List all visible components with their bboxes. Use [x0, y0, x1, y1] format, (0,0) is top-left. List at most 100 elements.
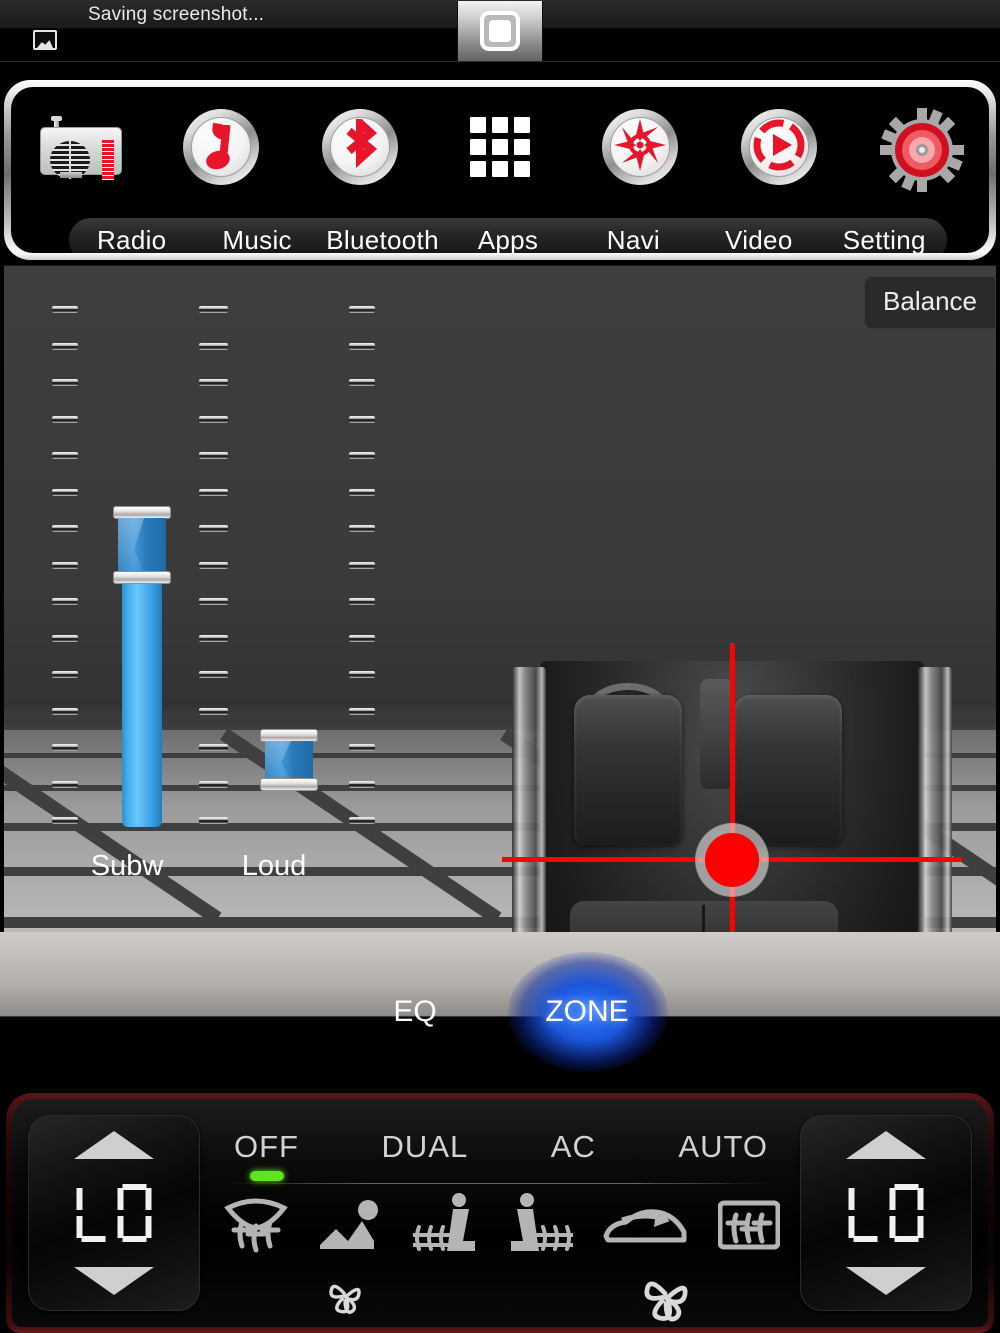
slider-track-left: [199, 306, 225, 824]
nav-label-music[interactable]: Music: [194, 225, 319, 254]
nav-label-bluetooth[interactable]: Bluetooth: [320, 225, 445, 254]
slider-tick: [52, 671, 78, 678]
radio-icon: [39, 116, 122, 180]
slider-tick: [52, 707, 78, 715]
music-note-icon: [203, 122, 238, 172]
nav-label-setting[interactable]: Setting: [822, 225, 947, 254]
slider-tick: [199, 598, 225, 605]
slider-tick: [199, 707, 225, 715]
nav-item-navi[interactable]: [570, 87, 710, 207]
slider-tick: [199, 780, 225, 788]
slider-tick: [199, 525, 225, 532]
nav-item-bluetooth[interactable]: [290, 87, 430, 207]
tab-eq[interactable]: EQ: [315, 995, 515, 1029]
car-interior-top-view[interactable]: [502, 643, 962, 932]
nav-label-radio[interactable]: Radio: [69, 225, 194, 254]
slider-tick: [52, 525, 78, 532]
temp-up-right-icon[interactable]: [846, 1131, 926, 1159]
slider-tick: [349, 525, 375, 532]
seg-digit-0: [889, 1184, 924, 1242]
slider-track-left: [52, 306, 78, 824]
mode-button-auto[interactable]: AUTO: [678, 1129, 768, 1165]
temp-up-left-icon[interactable]: [74, 1131, 154, 1159]
temp-display-right: [848, 1184, 924, 1242]
nav-item-setting[interactable]: [849, 87, 989, 207]
slider-tick: [52, 817, 78, 824]
nav-item-video[interactable]: [710, 87, 850, 207]
slider-tick: [52, 342, 78, 350]
car-door-right: [918, 667, 952, 932]
fan-speed-left-icon[interactable]: [326, 1277, 364, 1320]
nav-icon-row: [11, 87, 989, 207]
play-circle-icon: [753, 119, 805, 176]
nav-label-navi[interactable]: Navi: [571, 225, 696, 254]
front-defrost-icon[interactable]: [224, 1196, 288, 1259]
tab-zone[interactable]: ZONE: [487, 995, 687, 1029]
fan-speed-row: [12, 1271, 988, 1323]
balance-crosshair[interactable]: [705, 833, 759, 887]
top-navigation-bar: Radio Music Bluetooth Apps Navi Video Se…: [11, 87, 989, 253]
slider-tick: [349, 744, 375, 751]
slider-tick: [52, 306, 78, 313]
slider-tick: [199, 306, 225, 313]
mode-led-off: [249, 1171, 284, 1181]
slider-label-subw: Subw: [90, 850, 164, 882]
mode-button-off[interactable]: OFF: [234, 1129, 299, 1181]
slider-tick: [52, 744, 78, 751]
airflow-person-icon[interactable]: [316, 1199, 386, 1256]
rear-defrost-icon[interactable]: [717, 1199, 781, 1256]
car-door-left: [512, 667, 546, 932]
slider-tick: [199, 744, 225, 751]
status-message: Saving screenshot...: [88, 4, 265, 25]
temp-display-left: [76, 1184, 152, 1242]
nav-label-apps[interactable]: Apps: [445, 225, 570, 254]
compass-icon: [613, 118, 666, 176]
slider-tick: [349, 415, 375, 423]
mode-button-ac[interactable]: AC: [551, 1129, 596, 1165]
slider-tick: [349, 488, 375, 496]
seg-digit-L: [76, 1184, 111, 1242]
bluetooth-icon: [337, 119, 383, 175]
center-console: [700, 679, 734, 789]
slider-tick: [199, 488, 225, 496]
slider-tick: [349, 561, 375, 569]
front-seat-left: [574, 695, 682, 845]
slider-tick: [349, 671, 375, 678]
front-seat-right: [734, 695, 842, 845]
slider-tick: [349, 452, 375, 459]
air-recirculation-icon[interactable]: [600, 1202, 690, 1253]
slider-tick: [52, 488, 78, 496]
slider-tick: [199, 671, 225, 678]
climate-divider: [218, 1183, 784, 1184]
mode-button-dual[interactable]: DUAL: [382, 1129, 469, 1165]
slider-tick: [349, 306, 375, 313]
climate-mode-row: OFF DUAL AC AUTO: [234, 1119, 768, 1181]
slider-tick: [349, 598, 375, 605]
slider-label-loud: Loud: [241, 850, 307, 882]
seg-digit-L: [848, 1184, 883, 1242]
nav-item-radio[interactable]: [11, 87, 151, 207]
heated-seat-left-icon[interactable]: [411, 1192, 479, 1262]
gear-icon: [879, 107, 965, 192]
slider-fill-subw: [122, 570, 162, 827]
slider-tick: [52, 452, 78, 459]
fan-speed-right-icon[interactable]: [640, 1271, 692, 1327]
nav-label-video[interactable]: Video: [696, 225, 821, 254]
slider-tick: [349, 634, 375, 642]
slider-tick: [199, 342, 225, 350]
slider-tick: [199, 634, 225, 642]
slider-tick: [52, 780, 78, 788]
recent-apps-button[interactable]: [457, 1, 543, 61]
heated-seat-right-icon[interactable]: [507, 1192, 575, 1262]
mode-badge-balance[interactable]: Balance: [864, 276, 996, 329]
nav-item-music[interactable]: [151, 87, 291, 207]
slider-track-right: [349, 306, 375, 824]
android-status-bar: Saving screenshot...: [0, 0, 1000, 62]
crosshair-vertical: [730, 643, 735, 932]
rear-bench-seat: [570, 901, 838, 932]
slider-thumb-subw[interactable]: [113, 506, 171, 584]
slider-thumb-loud[interactable]: [260, 729, 318, 791]
climate-control-panel: LO LO OFF DUAL AC AUTO: [6, 1093, 994, 1333]
nav-item-apps[interactable]: [430, 87, 570, 207]
audio-zone-stage: Balance Subw Loud: [4, 265, 996, 932]
